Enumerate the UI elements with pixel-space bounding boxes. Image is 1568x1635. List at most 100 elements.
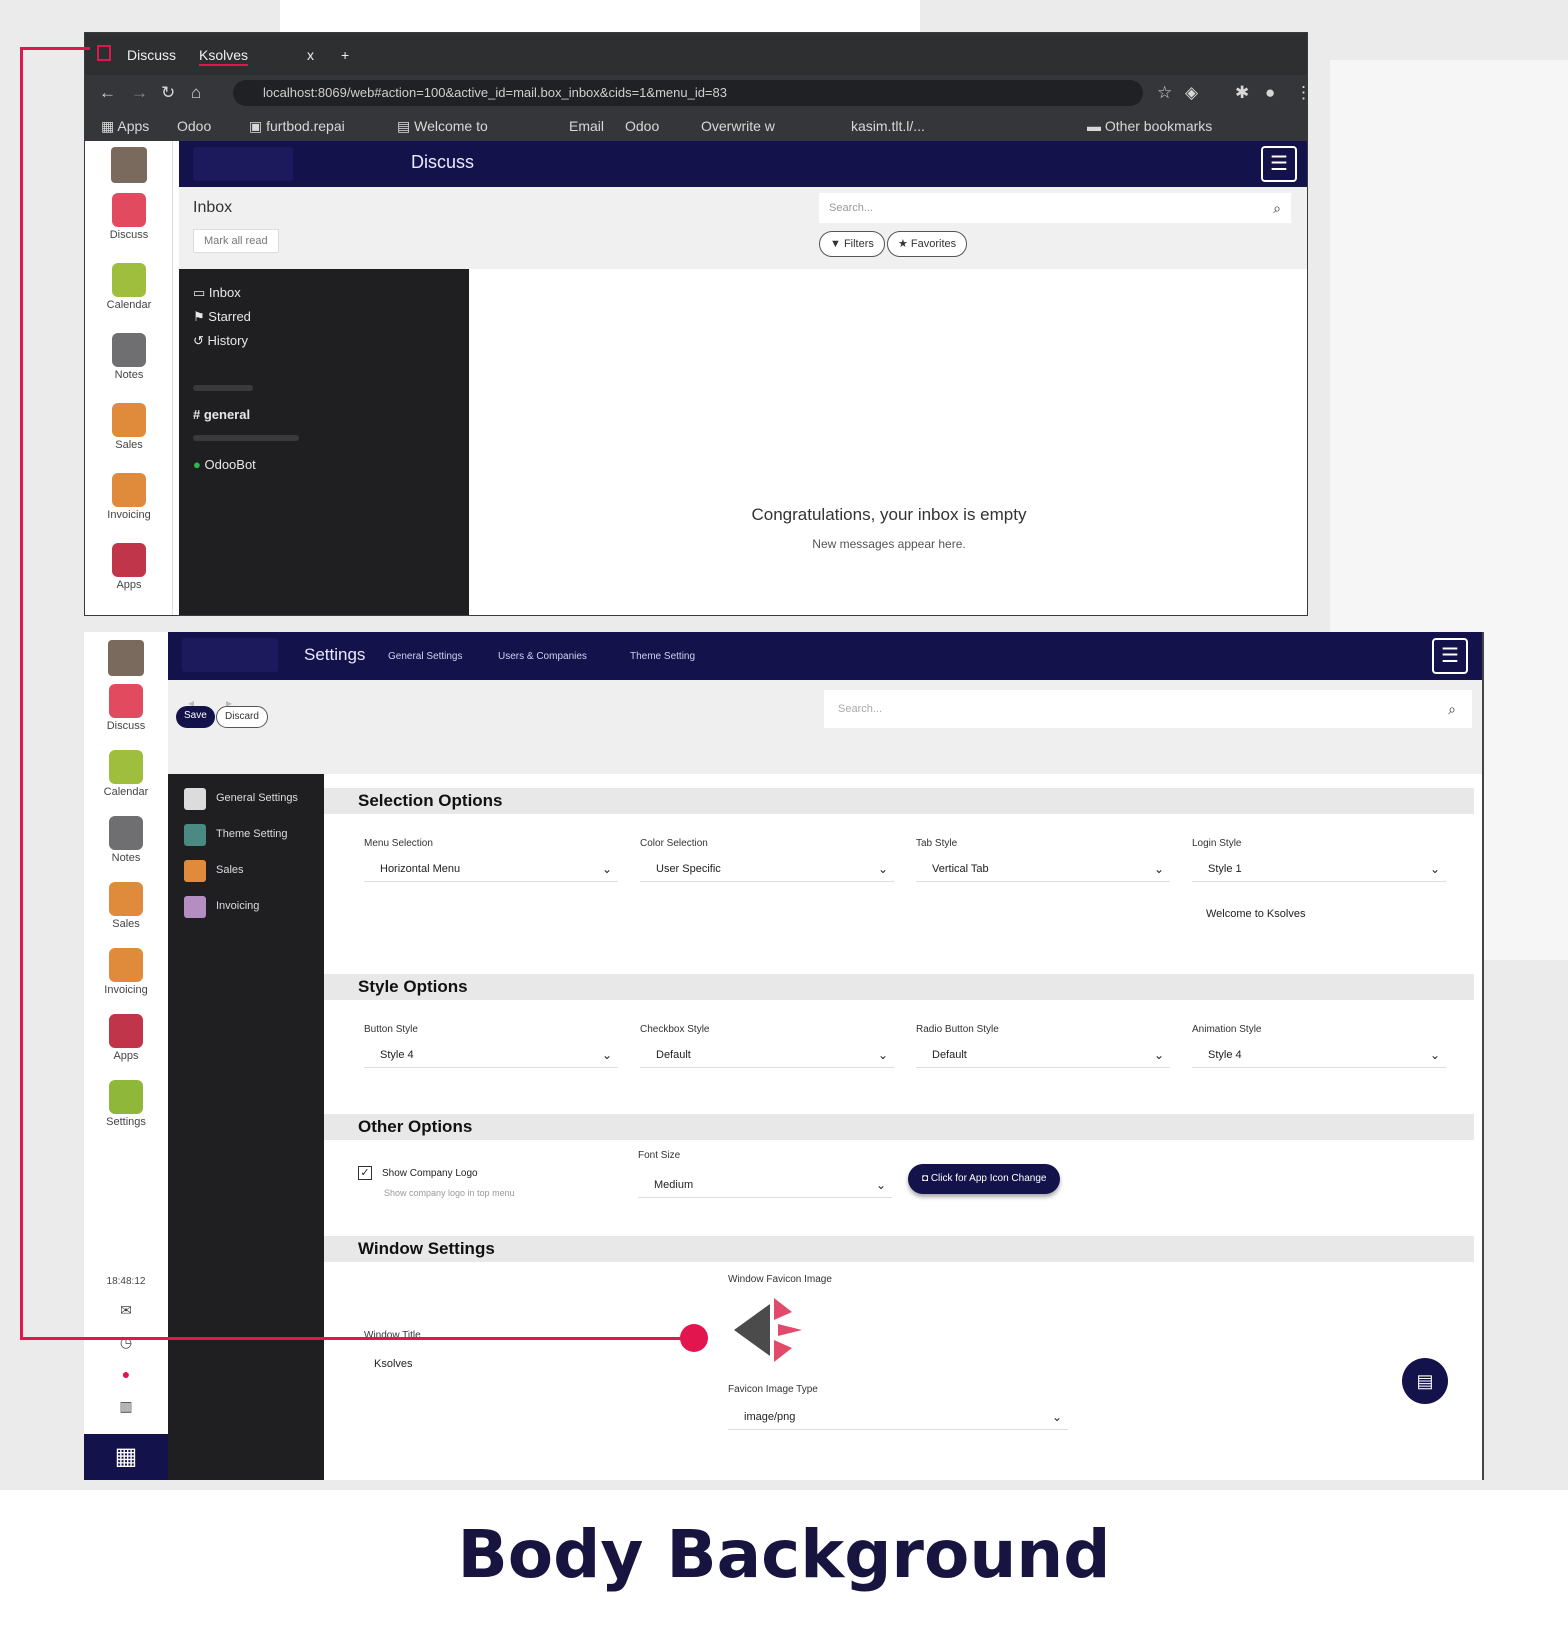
sidebar-item-general[interactable]: # general [193, 407, 250, 422]
search-icon[interactable]: ⌕ [1448, 690, 1456, 728]
search-icon[interactable]: ⌕ [1273, 193, 1281, 223]
nav-users-companies[interactable]: Users & Companies [498, 651, 587, 662]
sidebar-item-starred[interactable]: ⚑ Starred [193, 309, 251, 325]
menu-toggle-icon[interactable]: ☰ [1261, 146, 1297, 182]
rail-item-sales[interactable]: Sales [85, 403, 173, 451]
bookmark-odoo-2[interactable]: Odoo [625, 118, 659, 134]
company-icon[interactable]: ▥ [84, 1398, 168, 1415]
sidebar-item-sales[interactable]: Sales [184, 858, 324, 884]
nav-theme-setting[interactable]: Theme Setting [630, 651, 695, 662]
mark-all-read-button[interactable]: Mark all read [193, 229, 279, 253]
rail-label: Notes [114, 369, 144, 381]
menu-selection-select[interactable]: Horizontal Menu ⌄ [364, 856, 618, 882]
rail-item-apps[interactable]: Apps [85, 543, 173, 591]
forward-icon[interactable]: → [131, 83, 148, 103]
font-size-select[interactable]: Medium ⌄ [638, 1172, 892, 1198]
rail-item-calendar[interactable]: Calendar [84, 750, 168, 798]
search-input[interactable]: Search... ⌕ [824, 690, 1472, 728]
rail-label: Discuss [109, 229, 149, 241]
rail-item-notes[interactable]: Notes [84, 816, 168, 864]
chevron-down-icon: ⌄ [601, 862, 612, 876]
bookmark-star-icon[interactable]: ☆ [1157, 83, 1172, 103]
rail-item-notes[interactable]: Notes [85, 333, 173, 381]
bookmark-apps[interactable]: ▦ Apps [101, 118, 149, 135]
rail-item-invoicing[interactable]: Invoicing [85, 473, 173, 521]
menu-toggle-icon[interactable]: ☰ [1432, 638, 1468, 674]
bookmark-furtbod[interactable]: ▣ furtbod.repai [249, 118, 345, 135]
browser-menu-icon[interactable]: ⋮ [1295, 83, 1307, 103]
window-title-input[interactable]: Ksolves [374, 1358, 413, 1370]
new-tab-button[interactable]: + [341, 44, 349, 66]
home-icon[interactable]: ⌂ [191, 83, 201, 103]
back-icon[interactable]: ← [99, 83, 116, 103]
animation-style-select[interactable]: Style 4 ⌄ [1192, 1042, 1446, 1068]
bookmark-email[interactable]: Email [569, 118, 604, 134]
discard-button[interactable]: Discard [216, 706, 268, 728]
save-button[interactable]: Save [176, 706, 215, 728]
search-input[interactable]: Search... ⌕ [819, 193, 1291, 223]
login-style-select[interactable]: Style 1 ⌄ [1192, 856, 1446, 882]
filters-button[interactable]: ▼ Filters [819, 231, 885, 257]
reload-icon[interactable]: ↻ [161, 83, 175, 103]
browser-toolbar: ← → ↻ ⌂ localhost:8069/web#action=100&ac… [85, 75, 1307, 111]
bookmark-welcome[interactable]: ▤ Welcome to [397, 118, 488, 135]
rail-item-calendar[interactable]: Calendar [85, 263, 173, 311]
show-company-logo-checkbox[interactable]: ✓ [358, 1166, 372, 1180]
sidebar-item-invoicing[interactable]: Invoicing [184, 894, 324, 920]
address-bar[interactable]: localhost:8069/web#action=100&active_id=… [233, 80, 1143, 106]
puzzle-icon[interactable]: ✱ [1235, 83, 1249, 103]
rail-item-apps[interactable]: Apps [84, 1014, 168, 1062]
user-avatar[interactable] [108, 640, 144, 676]
rail-label: Sales [115, 439, 143, 451]
rail-label: Apps [113, 1050, 139, 1062]
rail-item-settings[interactable]: Settings [84, 1080, 168, 1128]
bookmark-odoo[interactable]: Odoo [177, 118, 211, 134]
sidebar-item-history[interactable]: ↺ History [193, 333, 248, 349]
bookmark-overwrite[interactable]: Overwrite w [701, 118, 775, 134]
app-icon-change-button[interactable]: ◘ Click for App Icon Change [908, 1164, 1061, 1194]
channels-section-header[interactable] [193, 385, 253, 391]
sidebar-item-odoobot[interactable]: ● OdooBot [193, 457, 256, 472]
sidebar-item-inbox[interactable]: ▭ Inbox [193, 285, 241, 301]
control-panel: Inbox Mark all read Search... ⌕ ▼ Filters… [179, 187, 1307, 269]
floating-action-button[interactable]: ▤ [1402, 1358, 1448, 1404]
rail-item-invoicing[interactable]: Invoicing [84, 948, 168, 996]
section-style-options: Style Options [324, 974, 1474, 1000]
bookmark-kasim[interactable]: kasim.tlt.l/... [851, 118, 925, 134]
rail-item-discuss[interactable]: Discuss [85, 193, 173, 241]
dm-section-header[interactable] [193, 435, 299, 441]
nav-general-settings[interactable]: General Settings [388, 651, 463, 662]
message-area: Congratulations, your inbox is empty New… [469, 269, 1307, 615]
animation-style-label: Animation Style [1192, 1024, 1262, 1035]
button-style-label: Button Style [364, 1024, 418, 1035]
note-icon: ▤ [1416, 1371, 1434, 1391]
tab-discuss[interactable]: Discuss [127, 44, 176, 66]
checkbox-style-select[interactable]: Default ⌄ [640, 1042, 894, 1068]
background-panel-top [280, 0, 920, 32]
app-header: Settings General Settings Users & Compan… [168, 632, 1482, 680]
favicon-image-type-select[interactable]: image/png ⌄ [728, 1404, 1068, 1430]
color-selection-select[interactable]: User Specific ⌄ [640, 856, 894, 882]
favorites-button[interactable]: ★ Favorites [887, 231, 968, 257]
company-logo [182, 638, 278, 672]
tab-style-select[interactable]: Vertical Tab ⌄ [916, 856, 1170, 882]
rail-item-discuss[interactable]: Discuss [84, 684, 168, 732]
login-style-preview: Welcome to Ksolves [1206, 908, 1306, 920]
sidebar-item-theme-setting[interactable]: Theme Setting [184, 822, 324, 848]
other-bookmarks[interactable]: ▬ Other bookmarks [1087, 118, 1212, 134]
sidebar-item-general-settings[interactable]: General Settings [184, 786, 324, 812]
checkbox-style-label: Checkbox Style [640, 1024, 710, 1035]
radio-button-style-select[interactable]: Default ⌄ [916, 1042, 1170, 1068]
rail-label: Apps [116, 579, 142, 591]
user-avatar[interactable] [111, 147, 147, 183]
profile-icon[interactable]: ● [1265, 83, 1275, 103]
apps-grid-icon[interactable]: ▦ [84, 1434, 168, 1480]
favicon-image[interactable] [728, 1292, 808, 1368]
tab-close-icon[interactable]: x [307, 44, 314, 66]
extension-icon[interactable]: ◈ [1185, 83, 1198, 103]
button-style-select[interactable]: Style 4 ⌄ [364, 1042, 618, 1068]
tab-ksolves[interactable]: Ksolves [199, 44, 249, 66]
chat-icon[interactable]: ✉ [84, 1302, 168, 1319]
rail-item-sales[interactable]: Sales [84, 882, 168, 930]
messages-icon[interactable]: ● [84, 1366, 168, 1382]
